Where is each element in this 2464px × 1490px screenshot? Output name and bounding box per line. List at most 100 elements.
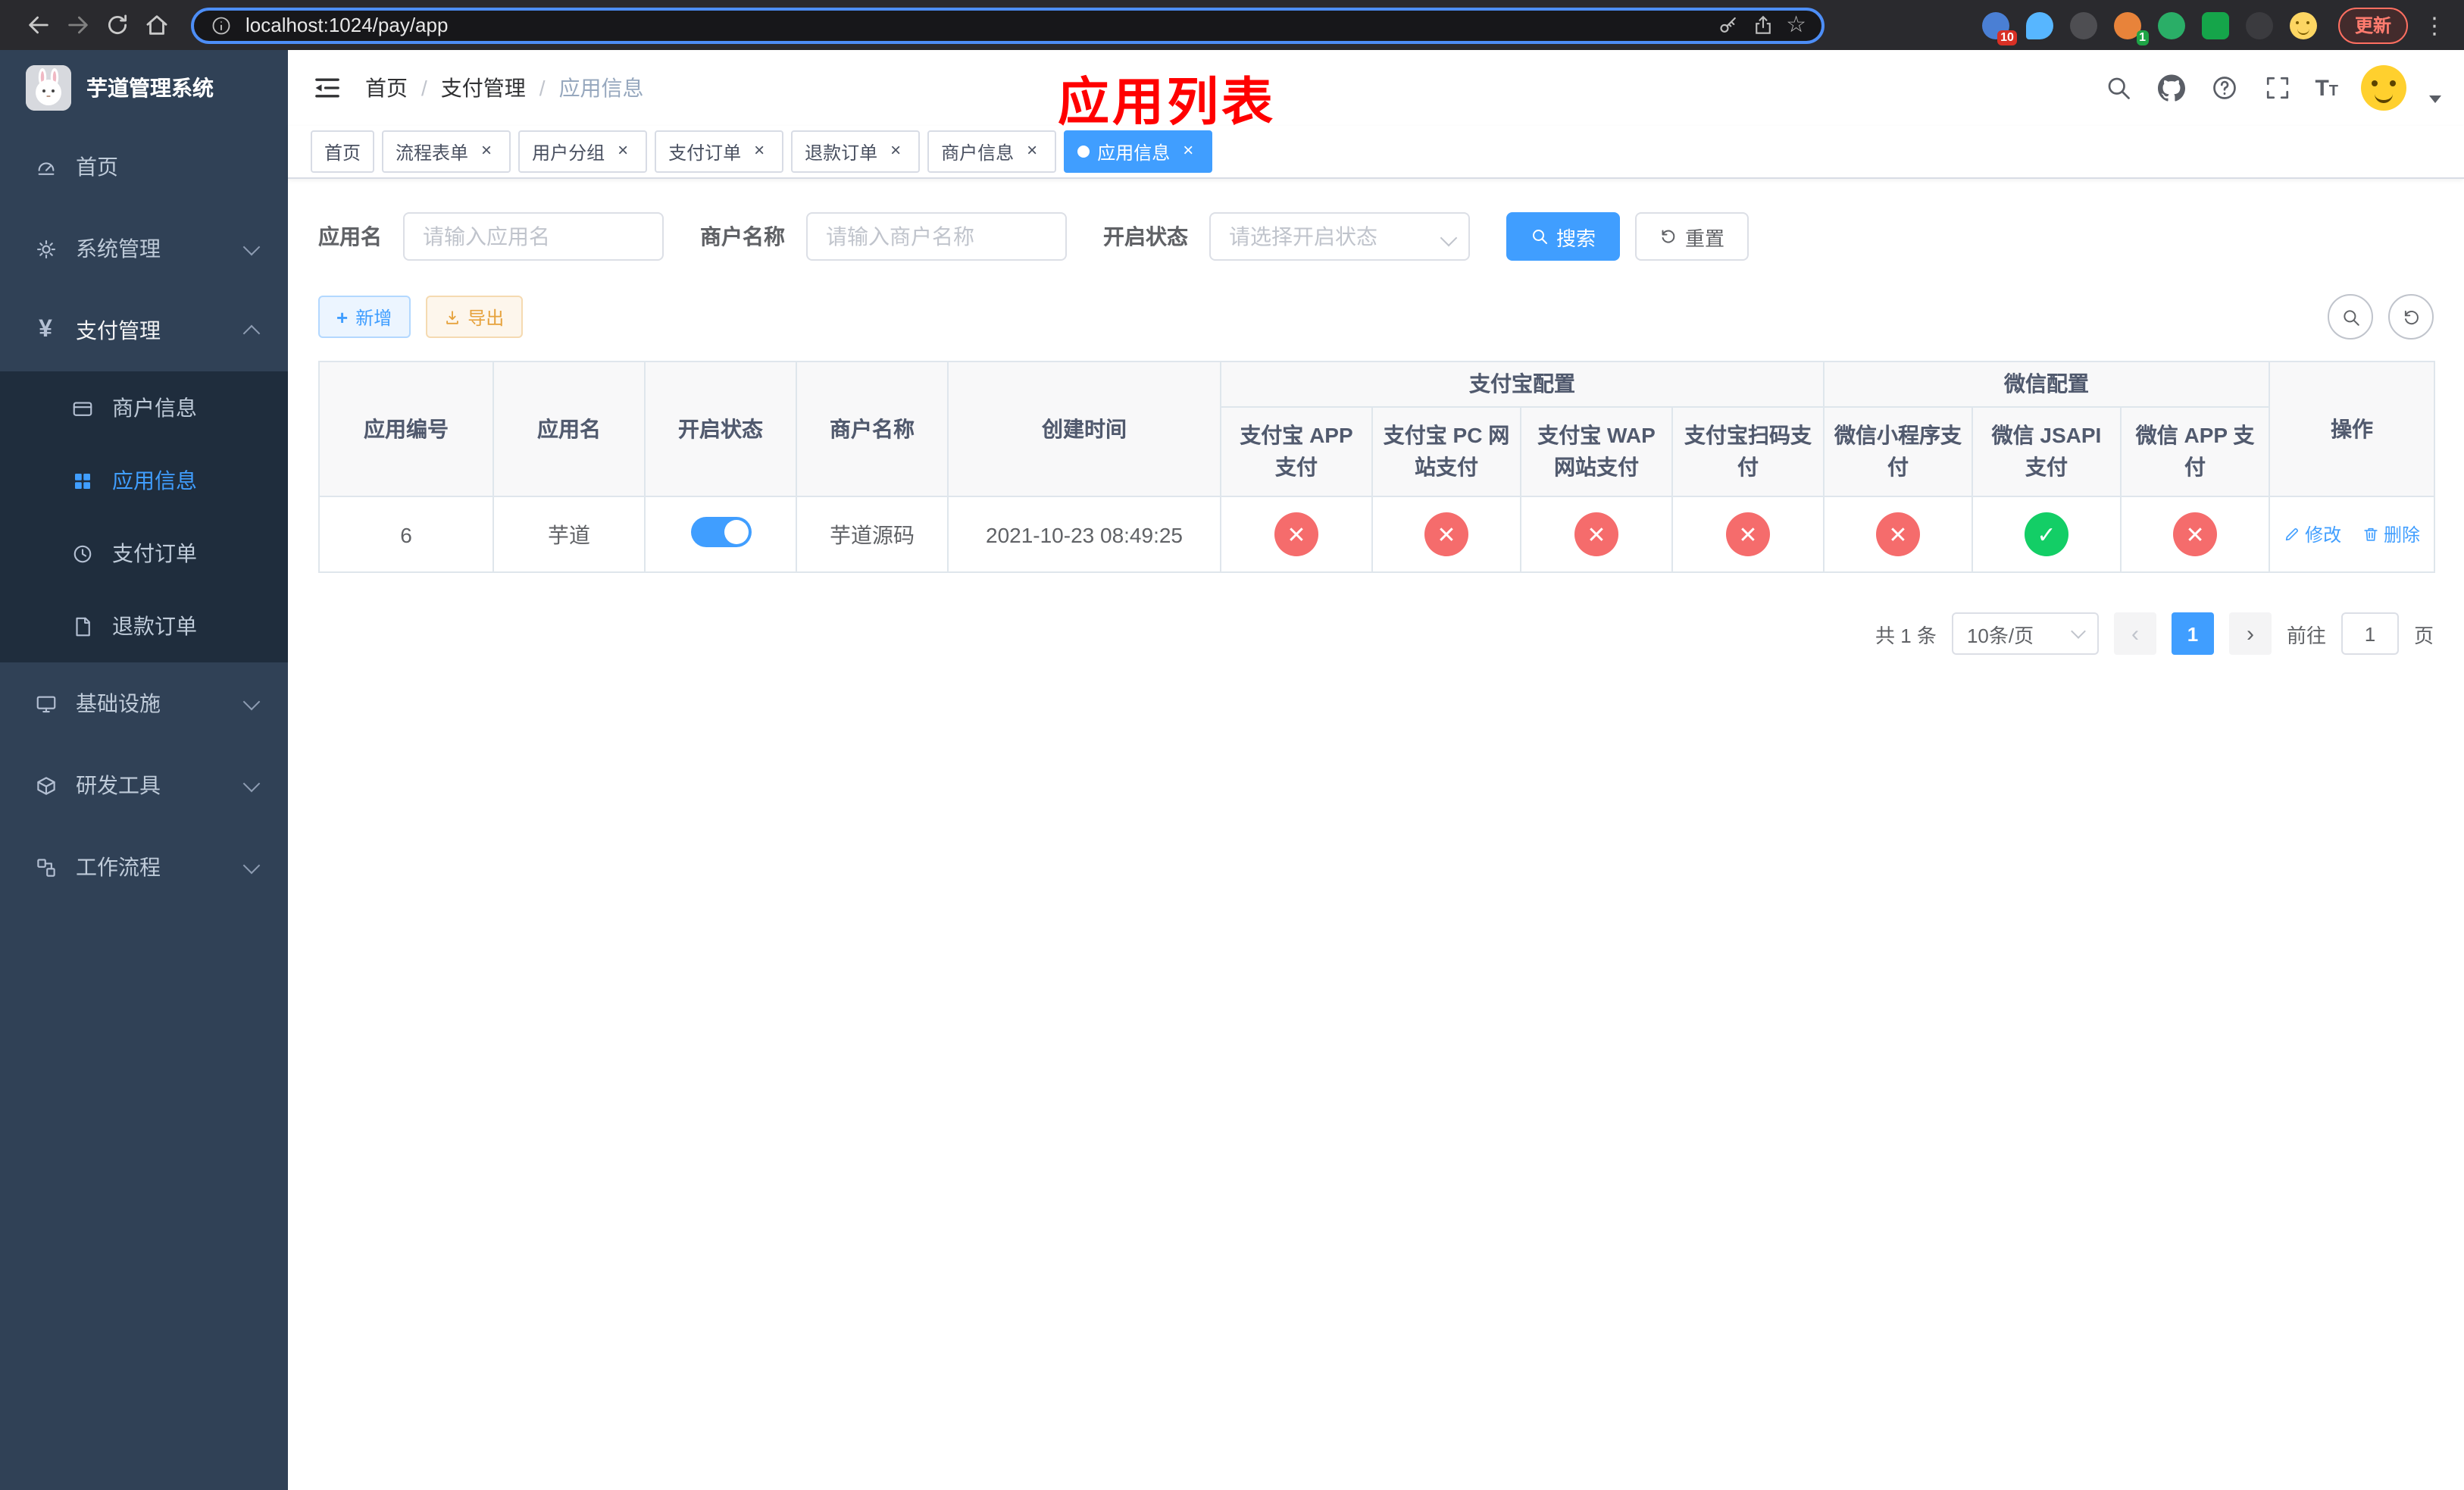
address-bar[interactable]: localhost:1024/pay/app ☆	[191, 7, 1825, 43]
trash-icon	[2364, 527, 2378, 541]
add-button[interactable]: + 新增	[318, 296, 411, 338]
tab-process-form[interactable]: 流程表单 ×	[382, 130, 511, 173]
extension-icon-3[interactable]	[2069, 11, 2097, 39]
sidebar-item-refund-order[interactable]: 退款订单	[0, 590, 288, 662]
extension-icon-7[interactable]	[2245, 11, 2273, 39]
extension-icon-5[interactable]	[2157, 11, 2185, 39]
cell-alipay-app: ✕	[1220, 496, 1373, 573]
close-icon[interactable]: ×	[476, 140, 497, 162]
reset-button[interactable]: 重置	[1635, 212, 1750, 261]
browser-reload-button[interactable]	[97, 5, 136, 45]
app-name-input[interactable]	[403, 212, 664, 261]
avatar-dropdown-caret-icon[interactable]	[2429, 95, 2441, 102]
pagination: 共 1 条 10条/页 ‹ 1 › 前往 页	[318, 612, 2434, 655]
close-icon[interactable]: ×	[1177, 140, 1199, 162]
browser-update-button[interactable]: 更新	[2337, 7, 2408, 43]
tab-app-info[interactable]: 应用信息 ×	[1064, 130, 1213, 173]
sidebar-item-label: 工作流程	[76, 855, 161, 879]
sidebar-item-pay-order[interactable]: 支付订单	[0, 517, 288, 590]
tab-refund-order[interactable]: 退款订单 ×	[791, 130, 921, 173]
status-toggle[interactable]	[690, 517, 751, 547]
sidebar: 芋道管理系统 首页 系统管理 ¥ 支付管理 商户信息 应用信息 支付订单 退款订…	[0, 50, 288, 1490]
sidebar-item-workflow[interactable]: 工作流程	[0, 826, 288, 908]
export-button[interactable]: 导出	[425, 296, 523, 338]
sidebar-item-home[interactable]: 首页	[0, 126, 288, 208]
github-icon[interactable]	[2156, 73, 2186, 103]
page-size-select[interactable]: 10条/页	[1951, 612, 2099, 655]
extension-icon-4[interactable]: 1	[2113, 11, 2149, 45]
browser-back-button[interactable]	[18, 5, 58, 45]
sidebar-collapse-icon[interactable]	[311, 71, 344, 105]
sidebar-item-app-info[interactable]: 应用信息	[0, 444, 288, 517]
tab-home[interactable]: 首页	[311, 130, 375, 173]
password-key-icon[interactable]	[1716, 14, 1739, 36]
sidebar-item-label: 系统管理	[76, 236, 161, 261]
breadcrumb-home[interactable]: 首页	[365, 73, 408, 103]
status-select[interactable]	[1209, 212, 1470, 261]
sidebar-item-label: 商户信息	[112, 396, 197, 420]
merchant-name-input[interactable]	[806, 212, 1067, 261]
font-size-icon[interactable]: TT	[2315, 75, 2338, 101]
help-icon[interactable]	[2209, 73, 2239, 103]
user-avatar[interactable]	[2361, 65, 2406, 111]
browser-forward-button[interactable]	[58, 5, 97, 45]
share-icon[interactable]	[1751, 14, 1774, 36]
toggle-search-button[interactable]	[2328, 294, 2373, 340]
cell-alipay-pc: ✕	[1371, 496, 1521, 573]
clock-icon	[67, 542, 97, 565]
browser-home-button[interactable]	[136, 5, 176, 45]
next-page-button[interactable]: ›	[2228, 612, 2272, 655]
search-icon[interactable]	[2103, 73, 2133, 103]
search-button[interactable]: 搜索	[1506, 212, 1621, 261]
close-icon[interactable]: ×	[612, 140, 633, 162]
extension-icon-1[interactable]: 10	[1981, 11, 2017, 45]
close-icon[interactable]: ×	[1021, 140, 1043, 162]
bookmark-star-icon[interactable]: ☆	[1786, 14, 1806, 36]
goto-page-input[interactable]	[2340, 612, 2399, 655]
navbar-actions: TT	[2103, 65, 2441, 111]
extension-icon-6[interactable]	[2201, 11, 2229, 39]
chevron-up-icon	[242, 324, 261, 342]
status-ok-icon: ✓	[2025, 512, 2068, 556]
dashboard-icon	[30, 155, 61, 178]
tab-merchant-info[interactable]: 商户信息 ×	[927, 130, 1057, 173]
box-icon	[30, 774, 61, 797]
prev-page-button[interactable]: ‹	[2113, 612, 2156, 655]
delete-button[interactable]: 删除	[2362, 521, 2420, 547]
chevron-down-icon	[2071, 624, 2086, 639]
breadcrumb-payment[interactable]: 支付管理	[441, 73, 526, 103]
url-text[interactable]: localhost:1024/pay/app	[245, 14, 1704, 36]
breadcrumb-app-info: 应用信息	[558, 76, 644, 100]
sidebar-item-infrastructure[interactable]: 基础设施	[0, 662, 288, 744]
table-tools	[2328, 294, 2434, 340]
refresh-button[interactable]	[2388, 294, 2434, 340]
browser-menu-icon[interactable]: ⋮	[2423, 11, 2446, 39]
chevron-down-icon	[242, 856, 261, 874]
edit-button[interactable]: 修改	[2284, 521, 2341, 547]
sidebar-item-dev-tools[interactable]: 研发工具	[0, 744, 288, 826]
sidebar-item-payment[interactable]: ¥ 支付管理	[0, 290, 288, 371]
fullscreen-icon[interactable]	[2262, 73, 2292, 103]
extension-icon-2[interactable]	[2025, 11, 2053, 39]
chevron-down-icon	[242, 774, 261, 792]
close-icon[interactable]: ×	[885, 140, 906, 162]
status-select-input[interactable]	[1209, 212, 1470, 261]
sidebar-item-system[interactable]: 系统管理	[0, 208, 288, 290]
payment-submenu: 商户信息 应用信息 支付订单 退款订单	[0, 371, 288, 662]
close-icon[interactable]: ×	[749, 140, 770, 162]
grid-icon	[67, 469, 97, 492]
sidebar-item-merchant-info[interactable]: 商户信息	[0, 371, 288, 444]
monitor-icon	[30, 692, 61, 715]
tab-pay-order[interactable]: 支付订单 ×	[655, 130, 784, 173]
cell-status	[644, 496, 797, 573]
site-info-icon[interactable]	[209, 13, 233, 37]
extension-badge: 1	[2136, 30, 2149, 45]
page-number-1[interactable]: 1	[2171, 612, 2214, 655]
col-group-alipay: 支付宝配置	[1220, 361, 1825, 408]
tab-user-group[interactable]: 用户分组 ×	[518, 130, 648, 173]
chevron-down-icon	[242, 692, 261, 710]
browser-profile-avatar[interactable]	[2289, 11, 2317, 39]
gear-icon	[30, 237, 61, 260]
col-header-alipay-wap: 支付宝 WAP 网站支付	[1520, 406, 1673, 497]
filter-status: 开启状态	[1103, 212, 1470, 261]
